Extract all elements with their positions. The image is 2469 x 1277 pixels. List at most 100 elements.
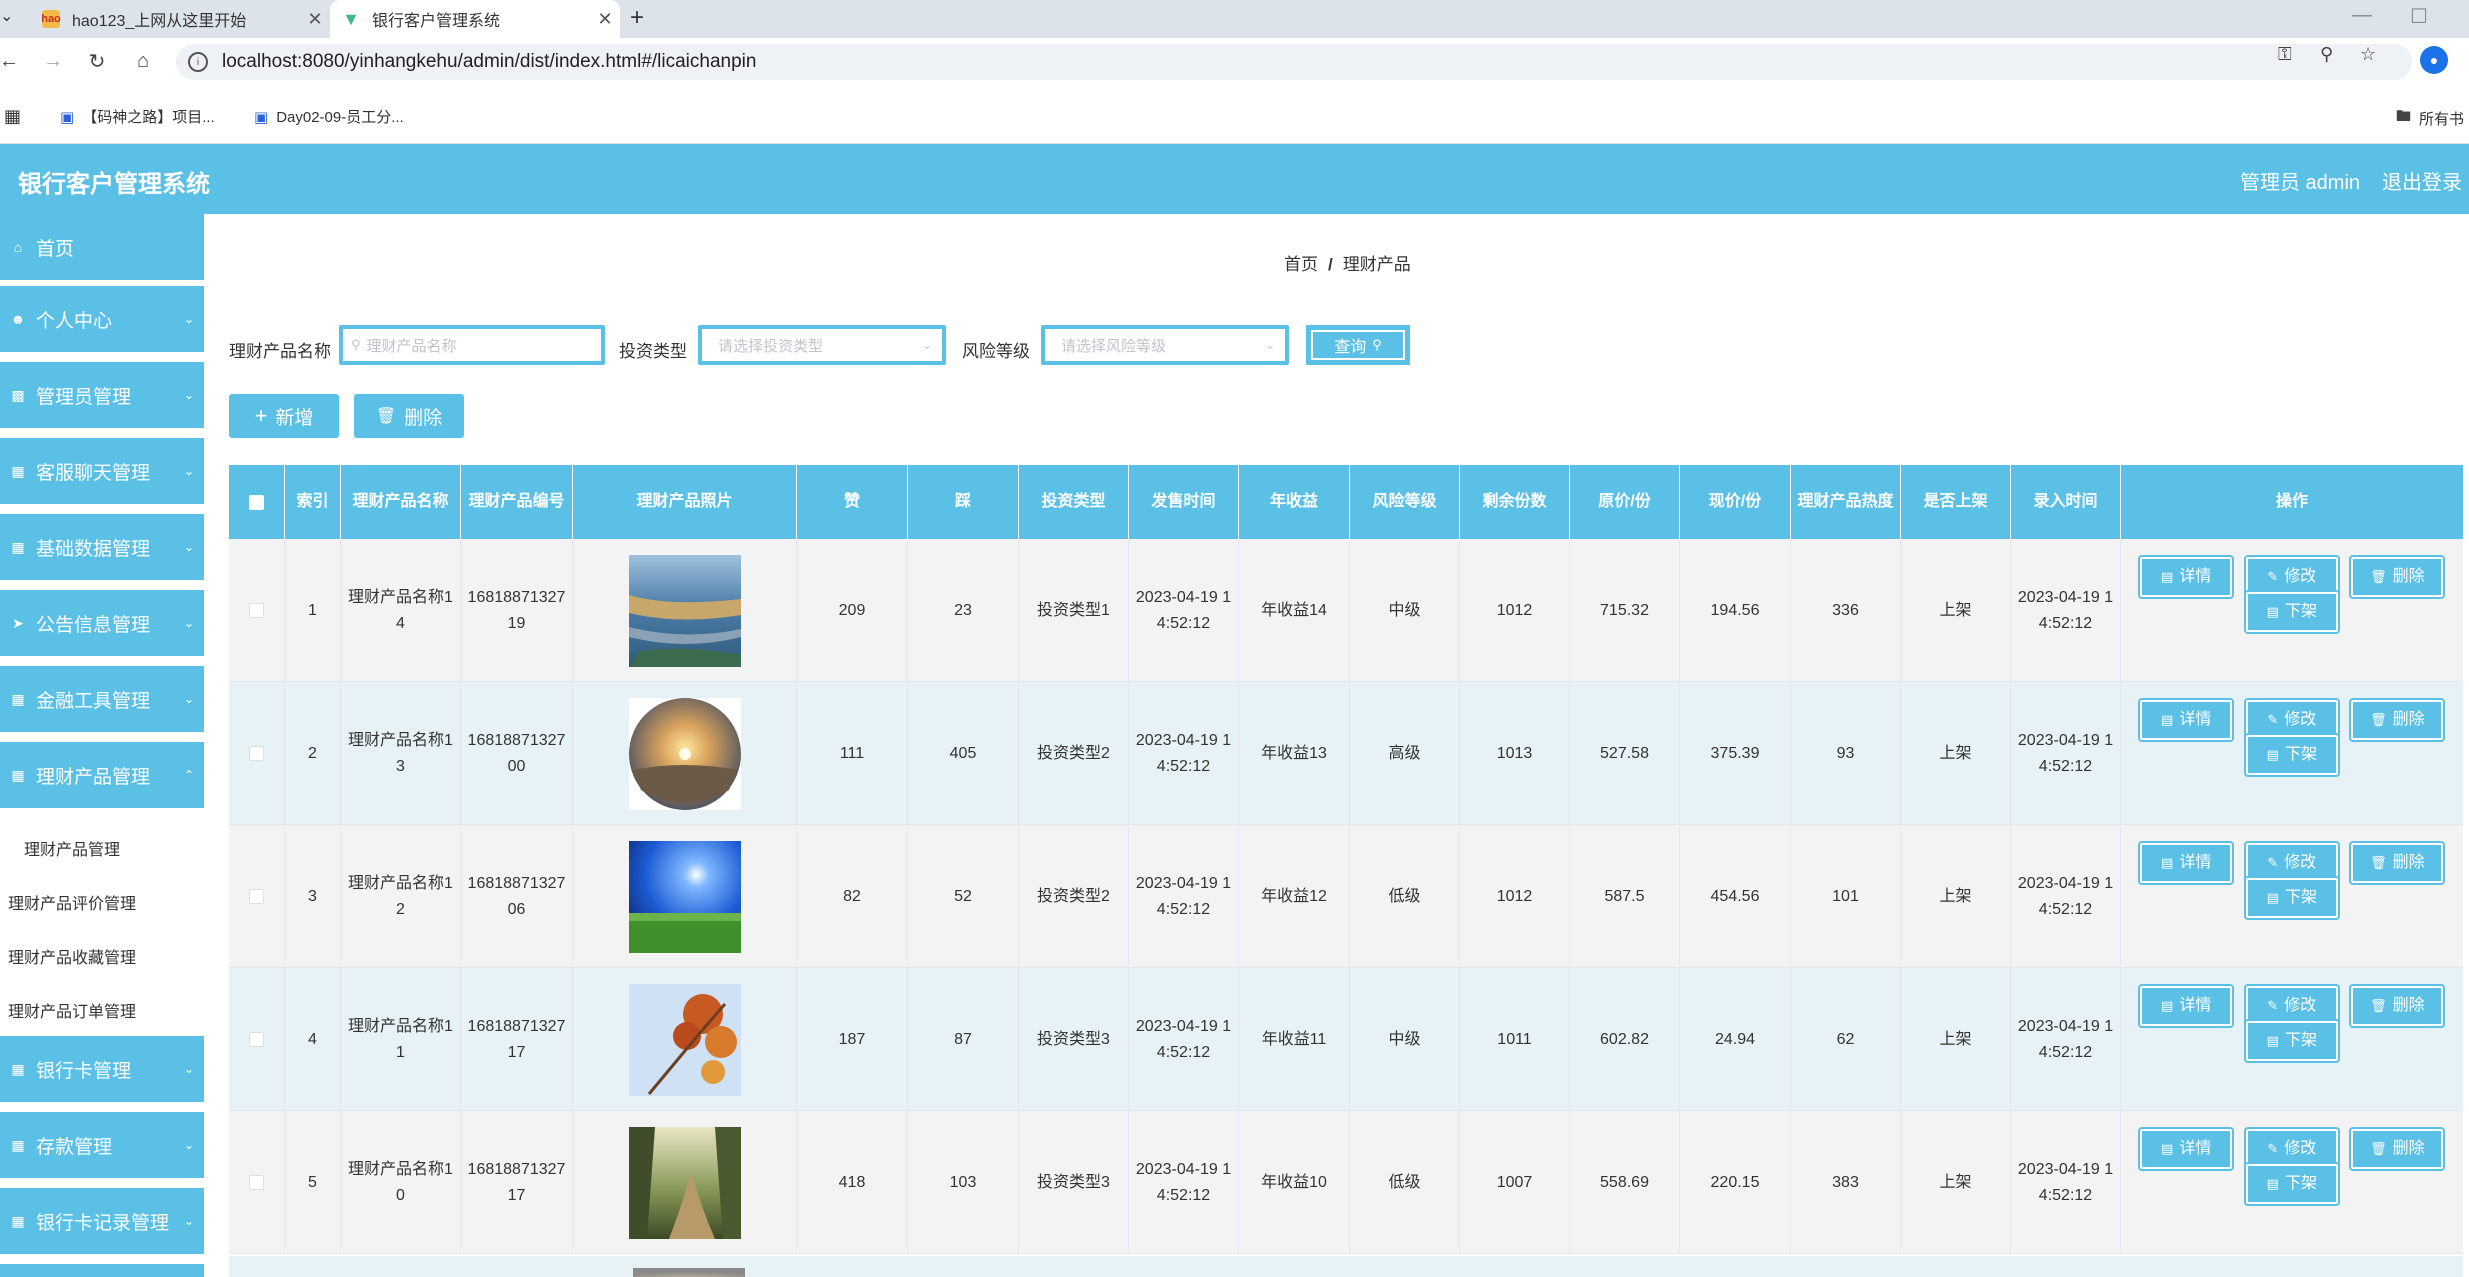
detail-button[interactable]: ▤ 详情 xyxy=(2138,984,2235,1028)
edit-button[interactable]: ✎ 修改 xyxy=(2243,841,2340,885)
browser-tab-active[interactable]: ▼ 银行客户管理系统 ✕ xyxy=(330,0,620,38)
cell-heat: 62 xyxy=(1791,968,1901,1111)
sidebar-item-admins[interactable]: ▩ 管理员管理 ⌄ xyxy=(0,362,204,430)
detail-button[interactable]: ▤ 详情 xyxy=(2138,555,2235,599)
delete-button[interactable]: 🗑 删除 xyxy=(2349,984,2446,1028)
offline-button[interactable]: ▤ 下架 xyxy=(2243,590,2340,634)
cell-name: 理财产品名称13 xyxy=(341,682,461,825)
sidebar-subitem-orders[interactable]: 理财产品订单管理 xyxy=(8,998,136,1022)
batch-delete-button[interactable]: 🗑 删除 xyxy=(354,394,464,438)
row-checkbox[interactable] xyxy=(249,746,264,761)
cell-risk: 低级 xyxy=(1350,1111,1460,1254)
sidebar-item-more[interactable] xyxy=(0,1264,204,1277)
sidebar-subitem-products[interactable]: 理财产品管理 xyxy=(24,836,120,860)
profile-avatar[interactable]: ● xyxy=(2420,46,2448,74)
all-bookmarks[interactable]: 🖿 所有书 xyxy=(2396,106,2464,131)
add-button[interactable]: + 新增 xyxy=(229,394,339,438)
cell-cur-price: 375.39 xyxy=(1680,682,1791,825)
document-icon: ▤ xyxy=(2266,890,2279,905)
offline-button[interactable]: ▤ 下架 xyxy=(2243,1162,2340,1206)
detail-button[interactable]: ▤ 详情 xyxy=(2138,698,2235,742)
key-icon[interactable]: ⚿ xyxy=(2278,44,2292,65)
edit-button[interactable]: ✎ 修改 xyxy=(2243,698,2340,742)
grid-icon: ▦ xyxy=(11,1136,25,1153)
delete-button[interactable]: 🗑 删除 xyxy=(2349,555,2446,599)
delete-button[interactable]: 🗑 删除 xyxy=(2349,698,2446,742)
delete-label: 删除 xyxy=(2392,568,2425,585)
cell-heat: 383 xyxy=(1791,1111,1901,1254)
delete-button[interactable]: 🗑 删除 xyxy=(2349,1127,2446,1171)
tab-search-chevron-icon[interactable]: ⌄ xyxy=(0,6,13,26)
reload-icon[interactable]: ↻ xyxy=(82,46,112,76)
sidebar-subitem-reviews[interactable]: 理财产品评价管理 xyxy=(8,890,136,914)
delete-button[interactable]: 🗑 删除 xyxy=(2349,841,2446,885)
browser-tab-hao123[interactable]: hao hao123_上网从这里开始 ✕ xyxy=(30,0,330,38)
back-icon[interactable]: ← xyxy=(0,46,24,76)
select-all-checkbox[interactable] xyxy=(249,494,264,510)
document-icon: ▤ xyxy=(2266,1033,2279,1048)
url-bar[interactable]: i localhost:8080/yinhangkehu/admin/dist/… xyxy=(176,44,2412,80)
sidebar-item-basic-data[interactable]: ▦ 基础数据管理 ⌄ xyxy=(0,514,204,582)
chevron-down-icon: ⌄ xyxy=(183,312,194,326)
close-icon[interactable]: ✕ xyxy=(590,9,620,30)
edit-label: 修改 xyxy=(2284,568,2317,585)
logout-link[interactable]: 退出登录 xyxy=(2382,166,2462,195)
cell-remaining: 1013 xyxy=(1460,682,1570,825)
sidebar-item-profile[interactable]: ☻ 个人中心 ⌄ xyxy=(0,286,204,354)
product-photo-thumbnail xyxy=(633,1268,745,1277)
cell-heat: 101 xyxy=(1791,825,1901,968)
chevron-down-icon: ⌄ xyxy=(183,1138,194,1152)
row-checkbox[interactable] xyxy=(249,603,264,618)
invest-type-select[interactable]: 请选择投资类型 ⌄ xyxy=(698,325,946,365)
detail-button[interactable]: ▤ 详情 xyxy=(2138,1127,2235,1171)
minimize-icon[interactable]: — xyxy=(2352,4,2372,27)
bookmark-item[interactable]: ▣ 【码神之路】项目... xyxy=(60,106,215,127)
product-photo-thumbnail xyxy=(628,983,741,1096)
breadcrumb-home[interactable]: 首页 xyxy=(1284,255,1318,274)
cell-on-shelf: 上架 xyxy=(1901,682,2011,825)
product-name-input[interactable]: ⚲ 理财产品名称 xyxy=(339,325,605,365)
sidebar-item-cards[interactable]: ▦ 银行卡管理 ⌄ xyxy=(0,1036,204,1104)
table-header: 索引 理财产品名称 理财产品编号 理财产品照片 赞 踩 投资类型 发售时间 年收… xyxy=(229,465,2463,539)
edit-button[interactable]: ✎ 修改 xyxy=(2243,1127,2340,1171)
chevron-down-icon: ⌄ xyxy=(183,692,194,706)
detail-button[interactable]: ▤ 详情 xyxy=(2138,841,2235,885)
cell-on-shelf: 上架 xyxy=(1901,1111,2011,1254)
cell-remaining: 1011 xyxy=(1460,968,1570,1111)
edit-icon: ✎ xyxy=(2267,569,2279,584)
offline-button[interactable]: ▤ 下架 xyxy=(2243,1019,2340,1063)
sidebar-item-card-records[interactable]: ▦ 银行卡记录管理 ⌄ xyxy=(0,1188,204,1256)
sidebar-item-chat[interactable]: ▦ 客服聊天管理 ⌄ xyxy=(0,438,204,506)
user-icon: ☻ xyxy=(10,311,26,327)
document-icon: ▤ xyxy=(2266,747,2279,762)
cell-on-shelf: 上架 xyxy=(1901,539,2011,682)
sidebar-item-products[interactable]: ▦ 理财产品管理 ⌃ xyxy=(0,742,204,810)
sidebar-item-deposits[interactable]: ▦ 存款管理 ⌄ xyxy=(0,1112,204,1180)
home-icon[interactable]: ⌂ xyxy=(128,46,158,76)
edit-button[interactable]: ✎ 修改 xyxy=(2243,555,2340,599)
sidebar-item-home[interactable]: ⌂ 首页 xyxy=(0,214,204,282)
sidebar-item-notices[interactable]: ➤ 公告信息管理 ⌄ xyxy=(0,590,204,658)
url-text[interactable]: localhost:8080/yinhangkehu/admin/dist/in… xyxy=(222,51,756,73)
cell-name: 理财产品名称11 xyxy=(341,968,461,1111)
risk-level-select[interactable]: 请选择风险等级 ⌄ xyxy=(1041,325,1289,365)
sidebar-item-instruments[interactable]: ▦ 金融工具管理 ⌄ xyxy=(0,666,204,734)
offline-button[interactable]: ▤ 下架 xyxy=(2243,733,2340,777)
maximize-icon[interactable]: ☐ xyxy=(2410,4,2428,29)
star-icon[interactable]: ☆ xyxy=(2360,44,2376,65)
sidebar-subitem-favorites[interactable]: 理财产品收藏管理 xyxy=(8,944,136,968)
edit-button[interactable]: ✎ 修改 xyxy=(2243,984,2340,1028)
row-checkbox[interactable] xyxy=(249,1175,264,1190)
zoom-icon[interactable]: ⚲ xyxy=(2320,44,2333,65)
site-info-icon[interactable]: i xyxy=(188,52,208,72)
delete-label: 删除 xyxy=(2392,854,2425,871)
forward-icon[interactable]: → xyxy=(38,46,68,76)
apps-grid-icon[interactable]: ▦ xyxy=(4,106,21,127)
bookmark-item[interactable]: ▣ Day02-09-员工分... xyxy=(254,106,404,127)
row-checkbox[interactable] xyxy=(249,889,264,904)
new-tab-button[interactable]: + xyxy=(630,4,644,32)
row-checkbox[interactable] xyxy=(249,1032,264,1047)
close-icon[interactable]: ✕ xyxy=(300,9,330,30)
query-button[interactable]: 查询 ⚲ xyxy=(1306,325,1410,365)
offline-button[interactable]: ▤ 下架 xyxy=(2243,876,2340,920)
